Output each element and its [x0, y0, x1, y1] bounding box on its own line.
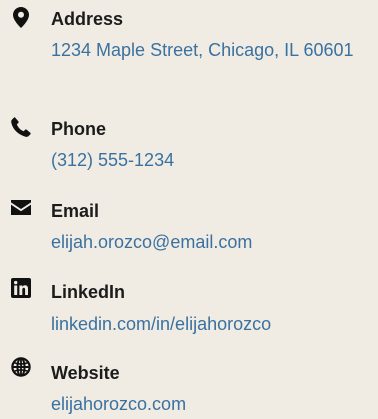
linkedin-icon [10, 277, 32, 299]
phone-value: (312) 555-1234 [51, 150, 175, 170]
linkedin-link[interactable]: linkedin.com/in/elijahorozco [51, 310, 373, 338]
contact-label: Email [51, 201, 100, 221]
envelope-icon [10, 196, 32, 218]
contact-list: Address 1234 Maple Street, Chicago, IL 6… [0, 0, 378, 419]
email-link[interactable]: elijah.orozco@email.com [51, 228, 373, 256]
contact-label: Phone [51, 119, 107, 139]
phone-icon [10, 116, 32, 138]
website-link[interactable]: elijahorozco.com [51, 390, 373, 418]
address-value: 1234 Maple Street, Chicago, IL 60601 [51, 40, 354, 60]
contact-label: LinkedIn [51, 282, 126, 302]
map-marker-icon [10, 6, 32, 28]
contact-label: Website [51, 363, 120, 383]
globe-icon [10, 356, 32, 378]
contact-label: Address [51, 9, 124, 29]
